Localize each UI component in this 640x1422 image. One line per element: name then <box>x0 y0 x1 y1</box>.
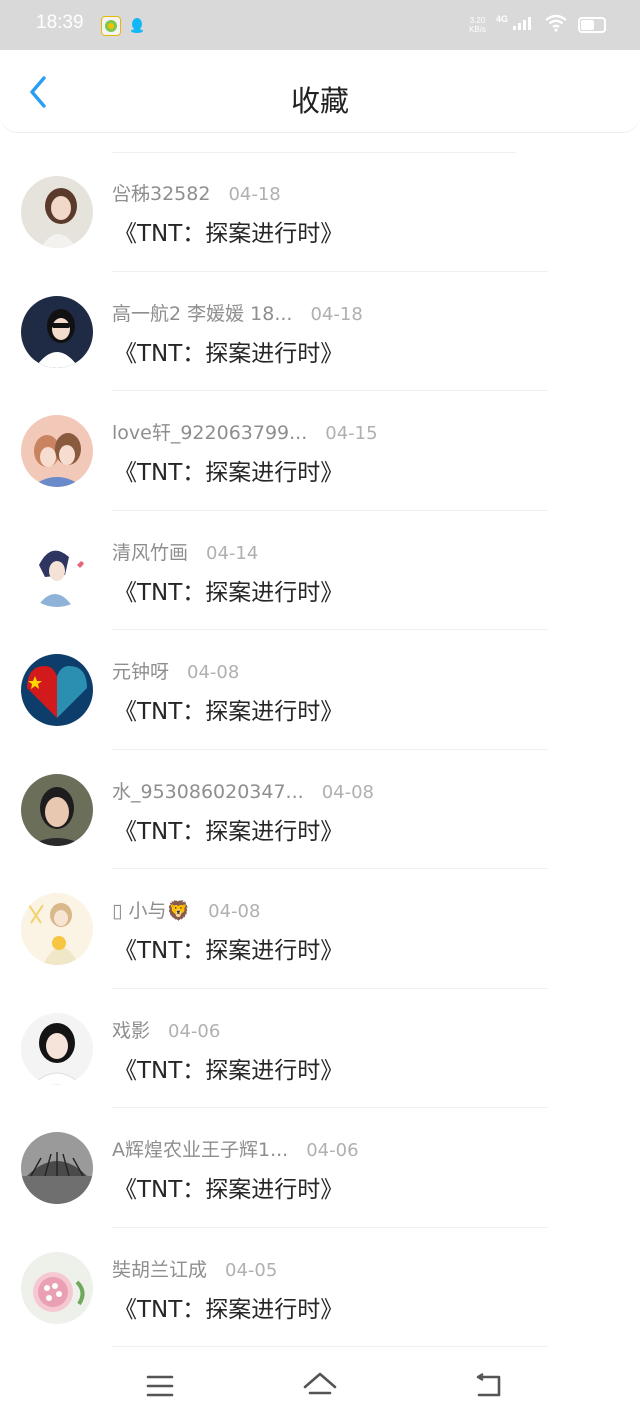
item-meta: 吢秭32582 04-18 <box>112 179 281 206</box>
item-title[interactable]: 《TNT：探案进行时》 <box>114 214 343 248</box>
battery-icon <box>578 17 606 33</box>
list-item[interactable]: A辉煌农业王子辉1... 04-06 《TNT：探案进行时》 <box>0 1108 640 1228</box>
item-meta: ▯ 小与🦁 04-08 <box>112 896 260 923</box>
item-title[interactable]: 《TNT：探案进行时》 <box>114 1290 343 1324</box>
date: 04-08 <box>208 901 261 922</box>
item-title[interactable]: 《TNT：探案进行时》 <box>114 931 343 965</box>
avatar[interactable] <box>21 1132 93 1204</box>
avatar[interactable] <box>21 534 93 607</box>
avatar[interactable] <box>21 773 93 846</box>
date: 04-08 <box>187 662 240 683</box>
item-title[interactable]: 《TNT：探案进行时》 <box>114 453 343 487</box>
net-type: 4G <box>495 14 508 24</box>
item-meta: 奘胡兰讧成 04-05 <box>112 1255 277 1282</box>
item-title[interactable]: 《TNT：探案进行时》 <box>114 573 343 607</box>
signal-icon <box>512 15 534 35</box>
username[interactable]: 戏影 <box>112 1016 150 1043</box>
item-meta: 戏影 04-06 <box>112 1016 220 1043</box>
item-meta: 水_953086020347... 04-08 <box>112 777 374 804</box>
status-time: 18:39 <box>36 12 84 33</box>
back-nav-button[interactable] <box>468 1366 508 1406</box>
header: 收藏 <box>0 50 640 133</box>
net-speed-unit: KB/s <box>469 25 486 34</box>
date: 04-18 <box>310 303 363 325</box>
username[interactable]: 高一航2 李媛媛 18... <box>112 299 292 326</box>
avatar[interactable] <box>21 1251 93 1324</box>
username[interactable]: 水_953086020347... <box>112 777 304 804</box>
date: 04-08 <box>321 781 374 803</box>
item-divider <box>112 1346 548 1347</box>
avatar[interactable] <box>21 1012 93 1085</box>
list-item[interactable]: 高一航2 李媛媛 18... 04-18 《TNT：探案进行时》 <box>0 272 640 391</box>
net-speed: 3.20 KB/s <box>469 16 486 34</box>
date: 04-06 <box>168 1020 221 1042</box>
net-speed-value: 3.20 <box>469 16 486 25</box>
menu-icon <box>146 1375 174 1397</box>
favorites-list: 吢秭32582 04-18 《TNT：探案进行时》 高一航2 李媛媛 18... 0… <box>0 152 640 1347</box>
date: 04-18 <box>228 184 281 205</box>
avatar[interactable] <box>21 893 93 965</box>
username[interactable]: 吢秭32582 <box>112 179 210 206</box>
list-item[interactable]: 元钟呀 04-08 《TNT：探案进行时》 <box>0 630 640 750</box>
username[interactable]: 清风竹画 <box>112 538 188 565</box>
list-item[interactable]: 清风竹画 04-14 《TNT：探案进行时》 <box>0 511 640 630</box>
item-meta: 元钟呀 04-08 <box>112 657 239 684</box>
app-notification-icon <box>101 16 121 36</box>
item-meta: 高一航2 李媛媛 18... 04-18 <box>112 299 363 326</box>
item-title[interactable]: 《TNT：探案进行时》 <box>114 1051 343 1085</box>
wifi-icon <box>544 14 568 36</box>
list-item[interactable]: 水_953086020347... 04-08 《TNT：探案进行时》 <box>0 750 640 869</box>
username[interactable]: love轩_922063799... <box>112 418 307 445</box>
home-button[interactable] <box>300 1366 340 1406</box>
item-title[interactable]: 《TNT：探案进行时》 <box>114 334 343 368</box>
back-icon <box>476 1373 501 1397</box>
item-meta: A辉煌农业王子辉1... 04-06 <box>112 1135 359 1162</box>
list-item[interactable]: 奘胡兰讧成 04-05 《TNT：探案进行时》 <box>0 1228 640 1347</box>
date: 04-06 <box>306 1140 359 1161</box>
avatar[interactable] <box>21 295 93 368</box>
item-title[interactable]: 《TNT：探案进行时》 <box>114 692 343 726</box>
status-right-group: 3.20 KB/s 4G <box>469 14 606 36</box>
list-item[interactable]: love轩_922063799... 04-15 《TNT：探案进行时》 <box>0 391 640 511</box>
item-meta: love轩_922063799... 04-15 <box>112 418 378 445</box>
qq-icon <box>128 16 146 34</box>
username[interactable]: A辉煌农业王子辉1... <box>112 1135 288 1162</box>
home-icon <box>303 1372 337 1395</box>
avatar[interactable] <box>21 176 93 248</box>
date: 04-14 <box>206 542 259 564</box>
username[interactable]: 元钟呀 <box>112 657 169 684</box>
avatar[interactable] <box>21 415 93 487</box>
avatar[interactable] <box>21 654 93 726</box>
username[interactable]: 奘胡兰讧成 <box>112 1255 207 1282</box>
system-nav-bar <box>0 1348 640 1422</box>
page-title: 收藏 <box>290 84 349 118</box>
list-item[interactable]: ▯ 小与🦁 04-08 《TNT：探案进行时》 <box>0 869 640 989</box>
item-title[interactable]: 《TNT：探案进行时》 <box>114 1170 343 1204</box>
item-meta: 清风竹画 04-14 <box>112 538 258 565</box>
list-item[interactable]: 吢秭32582 04-18 《TNT：探案进行时》 <box>0 152 640 272</box>
list-item[interactable]: 戏影 04-06 《TNT：探案进行时》 <box>0 989 640 1108</box>
item-title[interactable]: 《TNT：探案进行时》 <box>114 812 343 846</box>
date: 04-15 <box>325 423 378 444</box>
menu-button[interactable] <box>140 1366 180 1406</box>
username[interactable]: ▯ 小与🦁 <box>112 896 190 923</box>
status-bar: 18:39 3.20 KB/s 4G <box>0 0 640 50</box>
date: 04-05 <box>225 1259 278 1281</box>
